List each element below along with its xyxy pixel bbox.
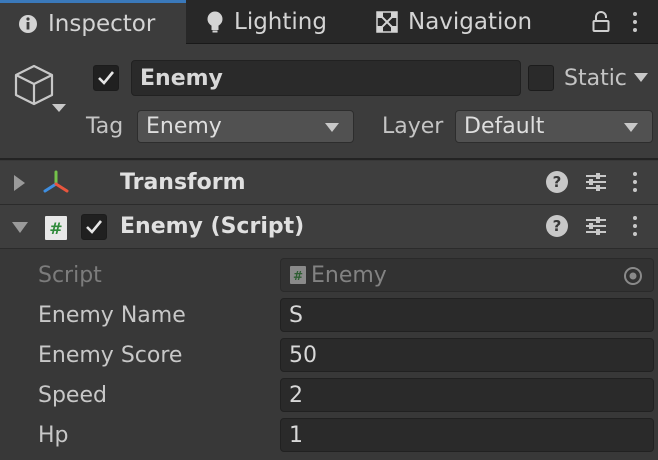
active-toggle[interactable] <box>93 65 119 91</box>
help-icon[interactable]: ? <box>546 171 568 193</box>
hp-value: 1 <box>289 422 303 448</box>
lightbulb-icon <box>206 11 224 33</box>
object-name-input[interactable]: Enemy <box>131 60 521 96</box>
tab-menu-icon[interactable] <box>633 12 637 32</box>
property-label-enemy-score: Enemy Score <box>38 342 183 368</box>
tab-label: Lighting <box>234 9 327 35</box>
tab-navigation[interactable]: Navigation <box>376 0 532 44</box>
tab-label: Inspector <box>48 10 156 37</box>
layer-label: Layer <box>382 114 444 139</box>
enemy-score-input[interactable]: 50 <box>280 338 654 372</box>
tag-dropdown[interactable]: Enemy <box>137 110 354 143</box>
tab-lighting[interactable]: Lighting <box>206 0 327 44</box>
enemy-name-input[interactable]: S <box>280 298 654 332</box>
gameobject-cube-icon[interactable] <box>12 62 70 118</box>
component-menu-icon[interactable] <box>633 216 637 236</box>
property-label-speed: Speed <box>38 382 107 408</box>
script-enabled-toggle[interactable] <box>81 214 107 240</box>
csharp-script-icon: # <box>289 265 307 285</box>
help-icon[interactable]: ? <box>546 215 568 237</box>
tab-label: Navigation <box>408 9 533 35</box>
svg-text:#: # <box>293 269 303 283</box>
transform-title: Transform <box>120 170 246 195</box>
chevron-down-icon <box>325 122 339 132</box>
foldout-expanded-icon[interactable] <box>12 222 28 233</box>
property-label-hp: Hp <box>38 422 69 448</box>
speed-input[interactable]: 2 <box>280 378 654 412</box>
property-label-enemy-name: Enemy Name <box>38 302 186 328</box>
transform-icon <box>42 170 70 194</box>
checkmark-icon <box>98 71 115 85</box>
preset-sliders-icon[interactable] <box>584 171 608 193</box>
info-icon <box>18 14 38 34</box>
script-reference-field: # Enemy <box>280 258 654 292</box>
hp-input[interactable]: 1 <box>280 418 654 452</box>
csharp-script-icon: # <box>44 215 68 241</box>
enemy-name-value: S <box>289 302 303 328</box>
foldout-collapsed-icon[interactable] <box>14 175 25 191</box>
tag-value: Enemy <box>146 114 222 139</box>
preset-sliders-icon[interactable] <box>584 215 608 237</box>
tag-label: Tag <box>86 114 124 139</box>
lock-icon[interactable] <box>592 11 610 33</box>
script-reference-value: Enemy <box>311 262 387 288</box>
property-label-script: Script <box>38 262 102 288</box>
component-menu-icon[interactable] <box>633 172 637 192</box>
svg-text:#: # <box>49 219 62 238</box>
chevron-down-icon <box>624 122 638 132</box>
static-toggle[interactable] <box>528 65 554 91</box>
static-label: Static <box>564 66 627 91</box>
checkmark-icon <box>86 220 103 234</box>
static-dropdown-caret-icon[interactable] <box>634 73 648 82</box>
layer-value: Default <box>464 114 545 139</box>
enemy-score-value: 50 <box>289 342 317 368</box>
tab-inspector[interactable]: Inspector <box>0 0 186 44</box>
speed-value: 2 <box>289 382 303 408</box>
script-title: Enemy (Script) <box>120 214 305 239</box>
object-picker-icon <box>623 266 643 286</box>
layer-dropdown[interactable]: Default <box>455 110 653 143</box>
navigation-icon <box>376 11 398 33</box>
object-name-value: Enemy <box>140 65 223 91</box>
